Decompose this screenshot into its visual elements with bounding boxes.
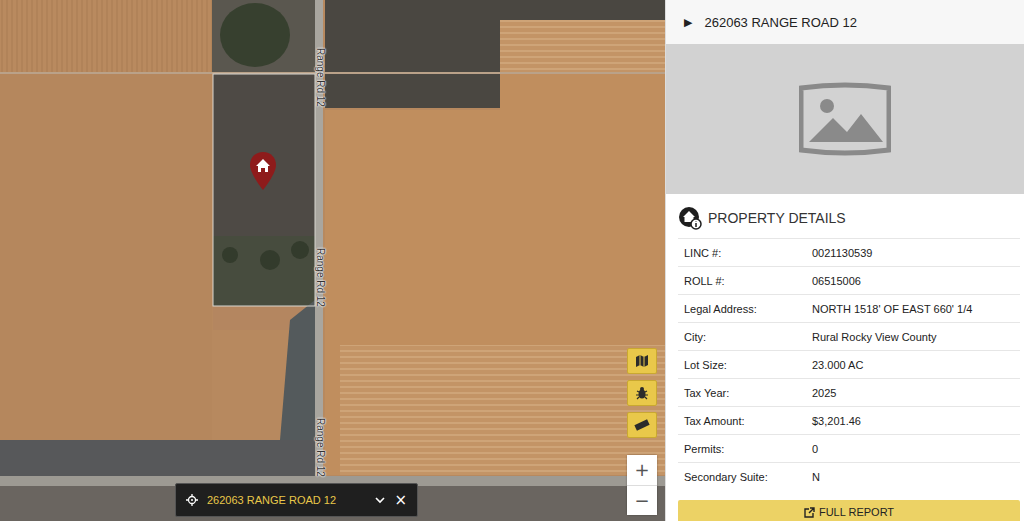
property-details: PROPERTY DETAILS LINC #: 0021130539ROLL … — [666, 194, 1024, 521]
map-icon — [635, 354, 649, 368]
image-placeholder-icon — [799, 82, 891, 156]
detail-value: 0 — [812, 443, 1020, 455]
map-layers-button[interactable] — [627, 348, 657, 374]
address-text[interactable]: 262063 RANGE ROAD 12 — [207, 494, 366, 506]
house-info-icon — [678, 206, 702, 230]
close-button[interactable]: × — [394, 493, 407, 508]
detail-label: Secondary Suite: — [678, 471, 812, 483]
detail-value: 06515006 — [812, 275, 1020, 287]
photo-placeholder — [666, 44, 1024, 194]
zoom-out-button[interactable]: − — [627, 485, 657, 515]
external-link-icon — [804, 507, 815, 518]
detail-value: 0021130539 — [812, 247, 1020, 259]
bug-icon — [635, 386, 649, 400]
property-panel: ▶ 262063 RANGE ROAD 12 PROPERTY DETAILS … — [665, 0, 1024, 521]
detail-row: Lot Size: 23.000 AC — [678, 350, 1020, 378]
detail-label: City: — [678, 331, 812, 343]
detail-value: N — [812, 471, 1020, 483]
property-viewer: Range Rd 12 Range Rd 12 Range Rd 12 + − 26… — [0, 0, 1024, 521]
detail-label: Legal Address: — [678, 303, 812, 315]
satellite-imagery — [0, 0, 665, 521]
detail-label: Permits: — [678, 443, 812, 455]
road-label: Range Rd 12 — [314, 48, 326, 107]
detail-row: ROLL #: 06515006 — [678, 266, 1020, 294]
detail-value: NORTH 1518' OF EAST 660' 1/4 — [812, 303, 1020, 315]
ruler-icon — [634, 418, 650, 432]
detail-label: Tax Amount: — [678, 415, 812, 427]
panel-header[interactable]: ▶ 262063 RANGE ROAD 12 — [666, 0, 1024, 44]
detail-row: City: Rural Rocky View County — [678, 322, 1020, 350]
map-tools — [627, 348, 657, 438]
house-pin-icon[interactable] — [249, 151, 277, 191]
full-report-button[interactable]: FULL REPORT — [678, 500, 1020, 521]
detail-row: Permits: 0 — [678, 434, 1020, 462]
detail-row: Secondary Suite: N — [678, 462, 1020, 490]
detail-label: Tax Year: — [678, 387, 812, 399]
map[interactable]: Range Rd 12 Range Rd 12 Range Rd 12 + − 26… — [0, 0, 665, 521]
detail-row: Tax Year: 2025 — [678, 378, 1020, 406]
chevron-down-icon[interactable] — [375, 496, 385, 504]
detail-label: LINC #: — [678, 247, 812, 259]
measure-button[interactable] — [627, 412, 657, 438]
detail-label: ROLL #: — [678, 275, 812, 287]
detail-label: Lot Size: — [678, 359, 812, 371]
zoom-control: + − — [627, 455, 657, 515]
detail-row: Tax Amount: $3,201.46 — [678, 406, 1020, 434]
section-title: PROPERTY DETAILS — [678, 194, 1020, 238]
detail-row: LINC #: 0021130539 — [678, 238, 1020, 266]
detail-row: Legal Address: NORTH 1518' OF EAST 660' … — [678, 294, 1020, 322]
bug-button[interactable] — [627, 380, 657, 406]
details-table: LINC #: 0021130539ROLL #: 06515006Legal … — [678, 238, 1020, 490]
detail-value: 23.000 AC — [812, 359, 1020, 371]
crosshair-icon[interactable] — [186, 494, 198, 506]
detail-value: $3,201.46 — [812, 415, 1020, 427]
collapse-toggle[interactable]: ▶ — [684, 16, 692, 29]
panel-title: 262063 RANGE ROAD 12 — [704, 15, 856, 30]
road-label: Range Rd 12 — [314, 248, 326, 307]
detail-value: Rural Rocky View County — [812, 331, 1020, 343]
zoom-in-button[interactable]: + — [627, 455, 657, 485]
detail-value: 2025 — [812, 387, 1020, 399]
road-label: Range Rd 12 — [314, 418, 326, 477]
address-bar: 262063 RANGE ROAD 12 × — [175, 483, 418, 517]
